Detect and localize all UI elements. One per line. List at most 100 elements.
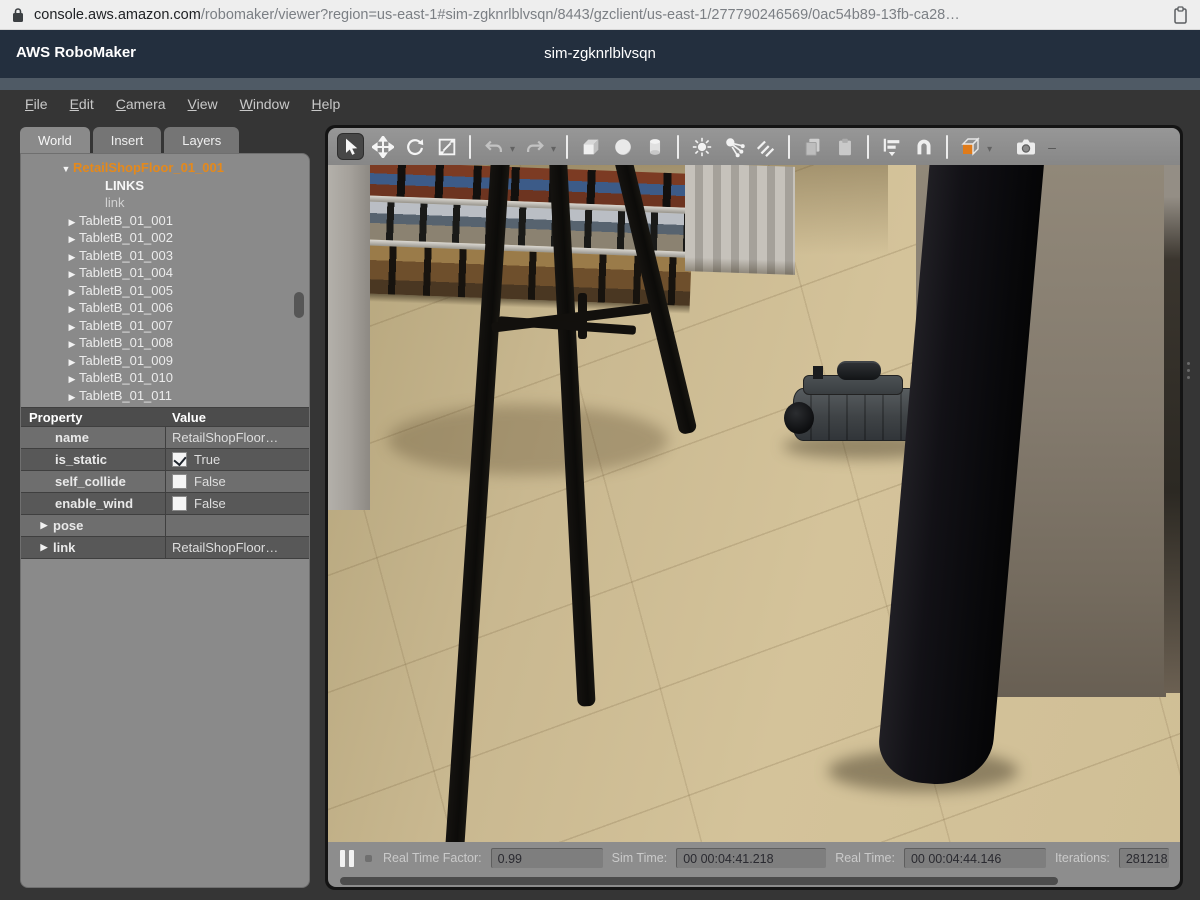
step-button[interactable] [365,855,372,862]
paste-icon[interactable] [831,133,858,160]
clipboard-icon[interactable] [1173,6,1188,24]
snap-magnet-icon[interactable] [910,133,937,160]
striped-wall [685,165,795,275]
tree-item[interactable]: ▶TabletB_01_003 [21,247,309,265]
url-path: /robomaker/viewer?region=us-east-1#sim-z… [201,7,960,23]
tree-item[interactable]: ▶TabletB_01_011 [21,387,309,405]
iterations-label: Iterations: [1055,851,1110,865]
panel-resize-handle[interactable] [1186,352,1191,388]
property-row-link[interactable]: ▶link RetailShopFloor… [21,537,310,559]
real-time-value: 00 00:04:44.146 [904,848,1046,868]
toolbar-separator [788,135,790,159]
robot-camera [813,366,823,379]
property-row-is-static[interactable]: is_static True [21,449,310,471]
sim-time-value: 00 00:04:41.218 [676,848,826,868]
gray-pillar [328,165,370,510]
translate-tool-icon[interactable] [369,133,396,160]
property-row-self-collide[interactable]: self_collide False [21,471,310,493]
tree-item[interactable]: ▶TabletB_01_002 [21,229,309,247]
column-value: Value [166,410,206,425]
view-angle-dropdown-icon[interactable]: ▾ [987,144,992,155]
menu-view[interactable]: View [188,96,218,112]
simulation-name: sim-zgknrlblvsqn [0,45,1200,62]
screenshot-camera-icon[interactable] [1012,133,1039,160]
property-table: Property Value name RetailShopFloor… is_… [21,407,310,559]
tree-item[interactable]: ▶TabletB_01_001 [21,212,309,230]
undo-dropdown-icon[interactable]: ▾ [510,144,515,155]
simulation-status-bar: Real Time Factor: 0.99 Sim Time: 00 00:0… [328,842,1180,874]
insert-box-icon[interactable] [577,133,604,160]
tripod-brace [578,293,587,339]
tab-layers[interactable]: Layers [164,127,239,153]
self-collide-checkbox[interactable] [172,474,187,489]
pause-button[interactable] [340,850,354,867]
view-angle-cube-icon[interactable] [957,133,984,160]
property-row-enable-wind[interactable]: enable_wind False [21,493,310,515]
robot-lidar [837,361,881,380]
camera-options-icon[interactable]: – [1048,139,1056,155]
menu-help[interactable]: Help [311,96,340,112]
align-tool-icon[interactable] [878,133,905,160]
tab-insert[interactable]: Insert [93,127,162,153]
real-time-label: Real Time: [835,851,895,865]
lock-icon [12,7,24,23]
iterations-value: 281218 [1119,848,1169,868]
tripod-shadow [388,405,668,475]
robomaker-header: AWS RoboMaker sim-zgknrlblvsqn [0,30,1200,78]
tree-item[interactable]: ▶TabletB_01_009 [21,352,309,370]
menu-window[interactable]: Window [240,96,290,112]
point-light-icon[interactable] [688,133,715,160]
menu-edit[interactable]: Edit [70,96,94,112]
property-row-name[interactable]: name RetailShopFloor… [21,427,310,449]
tab-world[interactable]: World [20,127,90,153]
rtf-label: Real Time Factor: [383,851,482,865]
horizontal-scrollbar-thumb[interactable] [340,877,1058,885]
insert-sphere-icon[interactable] [609,133,636,160]
undo-icon[interactable] [480,133,507,160]
tree-item[interactable]: ▶TabletB_01_006 [21,299,309,317]
toolbar-separator [566,135,568,159]
select-tool-icon[interactable] [337,133,364,160]
copy-icon[interactable] [799,133,826,160]
url-domain: console.aws.amazon.com [34,7,201,23]
rotate-tool-icon[interactable] [401,133,428,160]
redo-dropdown-icon[interactable]: ▾ [551,144,556,155]
browser-address-bar[interactable]: console.aws.amazon.com/robomaker/viewer?… [0,0,1200,30]
expand-triangle-icon[interactable]: ▶ [65,389,79,407]
toolbar-separator [867,135,869,159]
expand-triangle-icon[interactable]: ▶ [35,542,53,553]
insert-cylinder-icon[interactable] [641,133,668,160]
menubar: File Edit Camera View Window Help [0,90,1200,118]
directional-light-icon[interactable] [752,133,779,160]
toolbar-separator [946,135,948,159]
tree-item-root[interactable]: ▼RetailShopFloor_01_001 [21,159,309,177]
viewport-horizontal-scrollbar[interactable] [328,874,1180,887]
enable-wind-checkbox[interactable] [172,496,187,511]
tree-item[interactable]: ▶TabletB_01_004 [21,264,309,282]
spot-light-icon[interactable] [720,133,747,160]
tree-item[interactable]: ▶TabletB_01_005 [21,282,309,300]
menu-camera[interactable]: Camera [116,96,166,112]
tree-item[interactable]: ▶TabletB_01_010 [21,369,309,387]
expand-triangle-icon[interactable]: ▶ [35,520,53,531]
scale-tool-icon[interactable] [433,133,460,160]
tree-scrollbar-thumb[interactable] [294,292,304,318]
tree-item[interactable]: ▶TabletB_01_007 [21,317,309,335]
robot-wheel [784,402,814,434]
url-text[interactable]: console.aws.amazon.com/robomaker/viewer?… [34,7,960,23]
menu-file[interactable]: File [25,96,48,112]
gazebo-3d-scene[interactable] [328,165,1180,842]
tree-item-link[interactable]: link [21,194,309,212]
is-static-checkbox[interactable] [172,452,187,467]
sim-time-label: Sim Time: [612,851,668,865]
tree-links-header: LINKS [21,177,309,195]
header-divider [0,78,1200,90]
tree-item[interactable]: ▶TabletB_01_008 [21,334,309,352]
property-row-pose[interactable]: ▶pose [21,515,310,537]
world-panel: ▼RetailShopFloor_01_001 LINKS link ▶Tabl… [20,153,310,888]
shadowed-wall-edge [1164,165,1180,693]
property-table-header: Property Value [21,408,310,427]
scene-tree: ▼RetailShopFloor_01_001 LINKS link ▶Tabl… [21,154,309,407]
redo-icon[interactable] [521,133,548,160]
gazebo-viewport-window: ▾ ▾ [325,125,1183,890]
